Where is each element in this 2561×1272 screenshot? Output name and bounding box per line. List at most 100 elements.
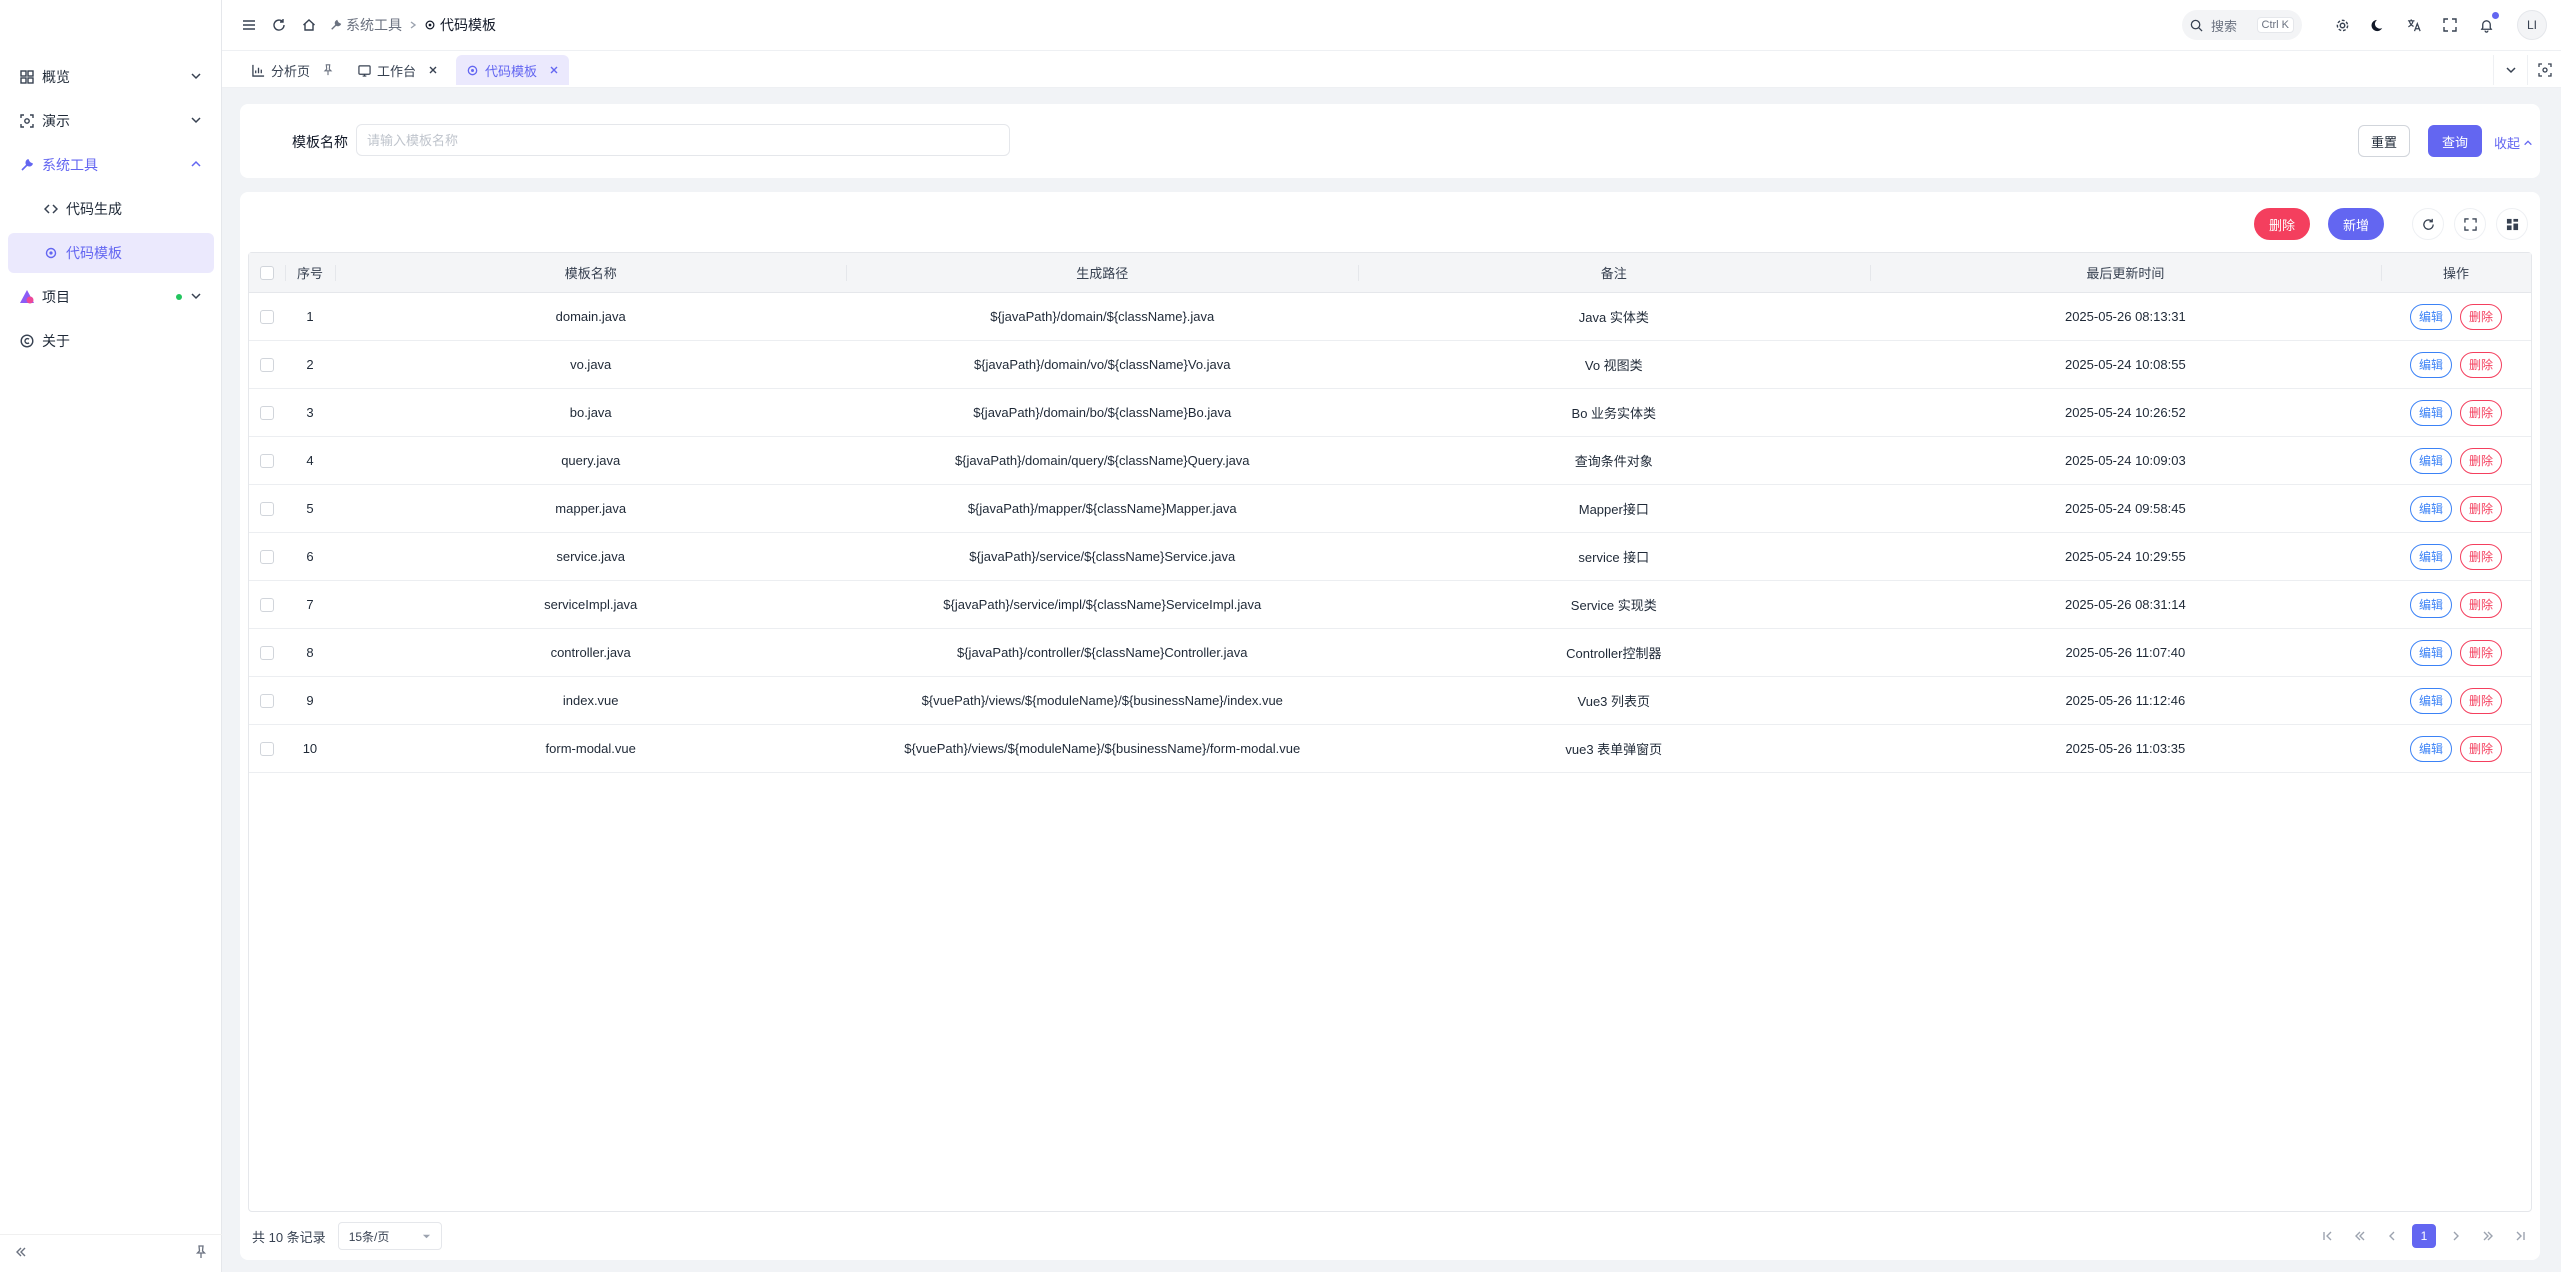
query-button[interactable]: 查询 <box>2428 125 2482 157</box>
refresh-icon[interactable] <box>2412 208 2444 240</box>
row-checkbox[interactable] <box>259 357 274 372</box>
delete-button[interactable]: 删除 <box>2460 447 2503 474</box>
breadcrumb: 系统工具 代码模板 <box>330 15 496 35</box>
translate-icon[interactable] <box>2399 10 2429 40</box>
delete-button[interactable]: 删除 <box>2460 351 2503 378</box>
row-checkbox[interactable] <box>259 405 274 420</box>
cell-no: 6 <box>306 549 314 564</box>
settings-gear-icon[interactable] <box>2327 10 2357 40</box>
edit-button[interactable]: 编辑 <box>2410 639 2453 666</box>
cell-ops: 编辑 删除 <box>2381 437 2531 484</box>
page-size-value: 15条/页 <box>348 1229 390 1244</box>
prev-group-icon[interactable] <box>2348 1224 2372 1248</box>
select-all-checkbox[interactable] <box>259 265 274 280</box>
edit-button[interactable]: 编辑 <box>2410 495 2453 522</box>
tab-analysis[interactable]: 分析页 <box>242 55 344 85</box>
dashboard-icon <box>16 70 38 84</box>
header-actions: LI <box>2327 10 2547 40</box>
row-checkbox[interactable] <box>259 741 274 756</box>
delete-button[interactable]: 删除 <box>2460 495 2503 522</box>
delete-button[interactable]: 删除 <box>2460 399 2503 426</box>
cell-name: form-modal.vue <box>545 741 636 756</box>
dark-mode-moon-icon[interactable] <box>2363 10 2393 40</box>
page-number[interactable]: 1 <box>2412 1224 2436 1248</box>
row-checkbox[interactable] <box>259 597 274 612</box>
reset-button[interactable]: 重置 <box>2358 125 2410 157</box>
sidebar-item-system-tools[interactable]: 系统工具 <box>8 145 214 185</box>
row-checkbox[interactable] <box>259 501 274 516</box>
add-button[interactable]: 新增 <box>2328 208 2384 240</box>
cell-remark: Bo 业务实体类 <box>1571 406 1657 421</box>
close-icon[interactable] <box>549 65 559 75</box>
page-size-select[interactable]: 15条/页 <box>337 1222 442 1250</box>
chevron-down-icon[interactable] <box>2493 55 2527 85</box>
cell-name: service.java <box>556 549 626 564</box>
edit-button[interactable]: 编辑 <box>2410 591 2453 618</box>
edit-button[interactable]: 编辑 <box>2410 543 2453 570</box>
collapse-toggle[interactable]: 收起 <box>2494 133 2533 152</box>
tab-workbench[interactable]: 工作台 <box>348 55 448 85</box>
sidebar-item-overview[interactable]: 概览 <box>8 57 214 97</box>
home-icon[interactable] <box>294 10 324 40</box>
edit-button[interactable]: 编辑 <box>2410 303 2453 330</box>
template-name-input[interactable] <box>356 124 1010 156</box>
cell-time: 2025-05-24 10:29:55 <box>2064 549 2186 564</box>
refresh-icon[interactable] <box>264 10 294 40</box>
sidebar-item-project[interactable]: 项目 <box>8 277 214 317</box>
delete-button[interactable]: 删除 <box>2460 639 2503 666</box>
column-header-time: 最后更新时间 <box>1869 253 2382 292</box>
avatar[interactable]: LI <box>2517 10 2547 40</box>
next-group-icon[interactable] <box>2476 1224 2500 1248</box>
row-checkbox[interactable] <box>259 693 274 708</box>
sidebar-item-about[interactable]: 关于 <box>8 321 214 361</box>
edit-button[interactable]: 编辑 <box>2410 447 2453 474</box>
cell-no: 1 <box>306 309 314 324</box>
wrench-icon <box>330 19 342 31</box>
edit-button[interactable]: 编辑 <box>2410 399 2453 426</box>
prev-page-icon[interactable] <box>2380 1224 2404 1248</box>
wrench-icon <box>16 158 38 172</box>
cell-remark: Vue3 列表页 <box>1577 694 1651 709</box>
cell-time: 2025-05-26 11:03:35 <box>2065 741 2186 756</box>
tab-code-template[interactable]: 代码模板 <box>456 55 570 85</box>
delete-button[interactable]: 删除 <box>2460 303 2503 330</box>
tab-label: 工作台 <box>377 63 417 79</box>
sidebar-item-code-gen[interactable]: 代码生成 <box>8 189 214 229</box>
maximize-content-icon[interactable] <box>2527 55 2561 85</box>
fullscreen-icon[interactable] <box>2435 10 2465 40</box>
copyright-icon <box>16 334 38 348</box>
cell-no: 4 <box>306 453 314 468</box>
cell-no: 5 <box>306 501 314 516</box>
notification-bell-icon[interactable] <box>2471 10 2501 40</box>
delete-button[interactable]: 删除 <box>2460 735 2503 762</box>
last-page-icon[interactable] <box>2508 1224 2532 1248</box>
sidebar-item-demo[interactable]: 演示 <box>8 101 214 141</box>
row-checkbox[interactable] <box>259 645 274 660</box>
next-page-icon[interactable] <box>2444 1224 2468 1248</box>
table-row: 10 form-modal.vue ${vuePath}/views/${modul… <box>249 725 2531 773</box>
pin-icon[interactable] <box>194 1245 208 1262</box>
fullscreen-icon[interactable] <box>2454 208 2486 240</box>
edit-button[interactable]: 编辑 <box>2410 351 2453 378</box>
delete-button[interactable]: 删除 <box>2460 543 2503 570</box>
close-icon[interactable] <box>428 65 438 75</box>
cell-remark: Service 实现类 <box>1570 598 1657 613</box>
cell-remark: vue3 表单弹窗页 <box>1565 742 1663 757</box>
sidebar-item-code-template[interactable]: 代码模板 <box>8 233 214 273</box>
global-search[interactable]: 搜索 Ctrl K <box>2182 10 2302 40</box>
first-page-icon[interactable] <box>2316 1224 2340 1248</box>
breadcrumb-parent[interactable]: 系统工具 <box>346 15 402 35</box>
column-settings-icon[interactable] <box>2496 208 2528 240</box>
menu-toggle-icon[interactable] <box>234 10 264 40</box>
collapse-sidebar-icon[interactable] <box>14 1245 28 1262</box>
edit-button[interactable]: 编辑 <box>2410 735 2453 762</box>
delete-button[interactable]: 删除 <box>2460 687 2503 714</box>
row-checkbox[interactable] <box>259 453 274 468</box>
edit-button[interactable]: 编辑 <box>2410 687 2453 714</box>
pin-icon[interactable] <box>322 64 334 76</box>
delete-button[interactable]: 删除 <box>2460 591 2503 618</box>
batch-delete-button[interactable]: 删除 <box>2254 208 2310 240</box>
row-checkbox[interactable] <box>259 309 274 324</box>
row-checkbox[interactable] <box>259 549 274 564</box>
cell-ops: 编辑 删除 <box>2381 629 2531 676</box>
